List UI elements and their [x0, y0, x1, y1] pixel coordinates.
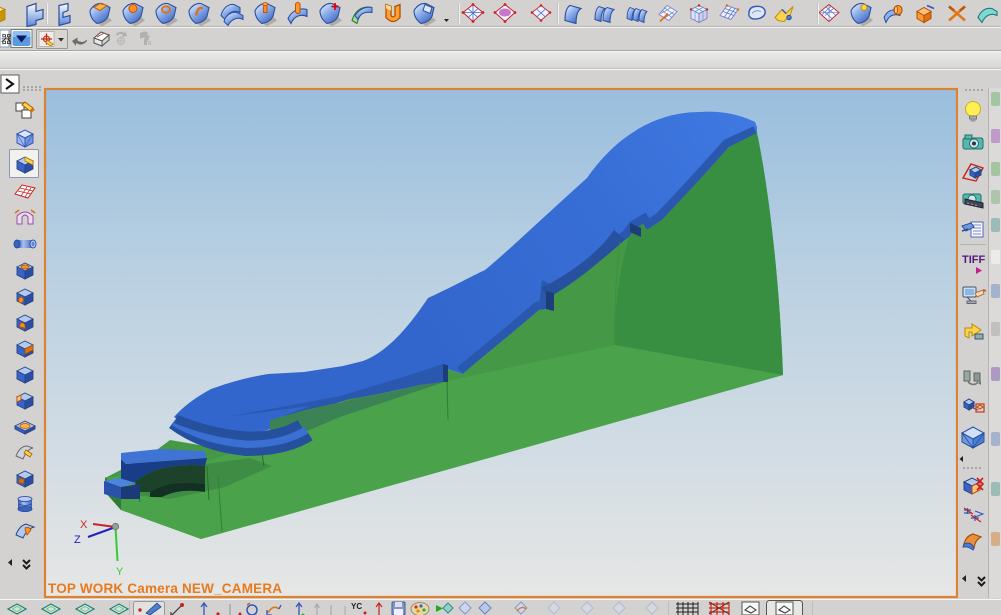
svg-text:器: 器	[1, 33, 12, 46]
svg-text:Y: Y	[116, 566, 124, 578]
svg-text:X: X	[80, 519, 88, 531]
svg-text:TOP WORK Camera NEW_CAMERA: TOP WORK Camera NEW_CAMERA	[48, 581, 282, 596]
svg-text:TIFF: TIFF	[962, 254, 985, 266]
svg-text:YC: YC	[351, 602, 362, 611]
svg-text:Z: Z	[74, 534, 81, 546]
